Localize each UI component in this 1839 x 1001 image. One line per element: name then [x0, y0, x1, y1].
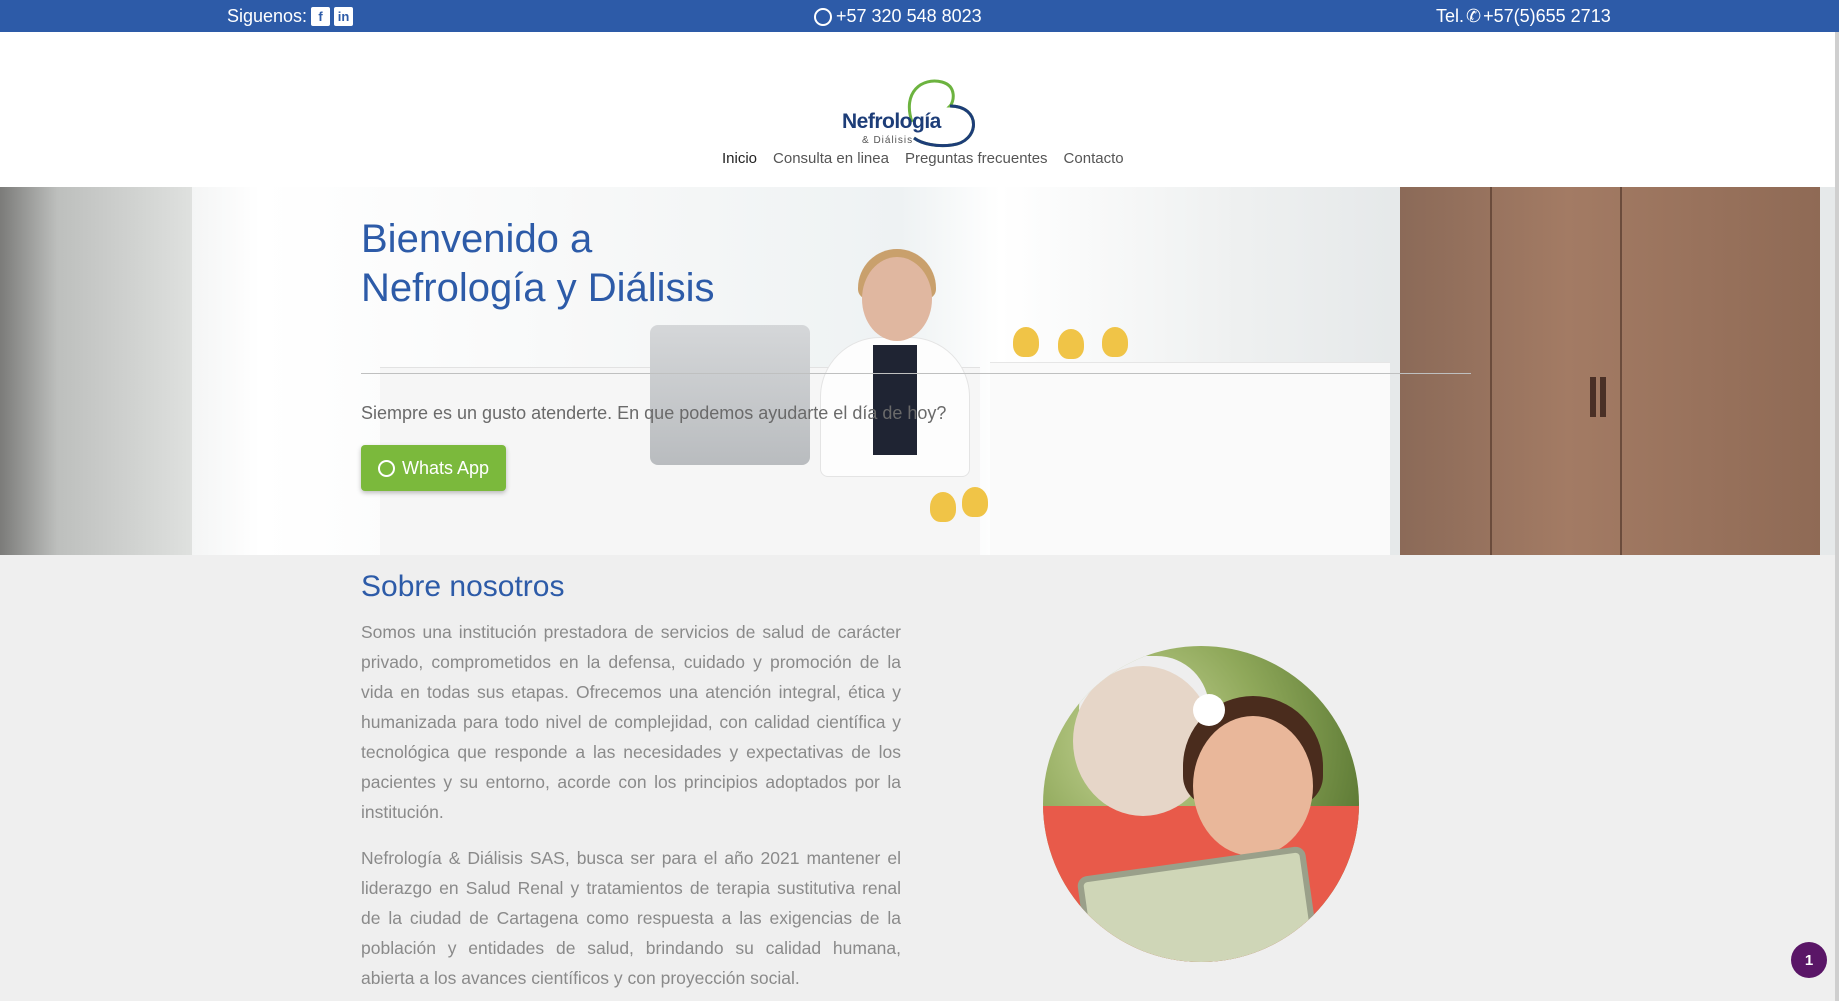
- phone-icon: ✆: [1466, 6, 1482, 26]
- hero-divider: [361, 373, 1471, 374]
- hero-title: Bienvenido a Nefrología y Diálisis: [361, 217, 715, 310]
- nav-item-contacto[interactable]: Contacto: [1064, 150, 1124, 167]
- page-scrollbar[interactable]: [1835, 32, 1839, 1001]
- hero-tagline: Siempre es un gusto atenderte. En que po…: [361, 403, 947, 423]
- hero-banner: Bienvenido a Nefrología y Diálisis Siemp…: [0, 187, 1839, 555]
- tel-label: Tel.: [1436, 6, 1465, 26]
- toy-duck: [962, 487, 988, 517]
- social-follow: Siguenos: f in: [227, 6, 354, 27]
- top-contact-bar: Siguenos: f in +57 320 548 8023 Tel. ✆ +…: [0, 0, 1839, 32]
- whatsapp-button[interactable]: Whats App: [361, 445, 506, 491]
- logo-name: Nefrología: [842, 110, 941, 133]
- nav-item-consulta[interactable]: Consulta en linea: [773, 150, 889, 167]
- about-paragraph-1: Somos una institución prestadora de serv…: [361, 622, 901, 822]
- whatsapp-phone-number: +57 320 548 8023: [836, 6, 982, 26]
- about-paragraph-2: Nefrología & Diálisis SAS, busca ser par…: [361, 848, 901, 988]
- whatsapp-icon: [377, 459, 395, 477]
- hero-background-wardrobe: [1400, 187, 1820, 555]
- linkedin-icon[interactable]: in: [334, 7, 354, 26]
- hero-monitor: [650, 325, 810, 465]
- toy-duck: [1058, 329, 1084, 359]
- main-nav: Inicio Consulta en linea Preguntas frecu…: [722, 150, 1124, 167]
- toy-duck: [930, 492, 956, 522]
- tel-number: +57(5)655 2713: [1483, 6, 1611, 26]
- about-photo: [1043, 646, 1359, 962]
- site-header: Nefrología & Diálisis Inicio Consulta en…: [0, 32, 1839, 187]
- hero-background-wall: [0, 187, 192, 555]
- whatsapp-icon: [814, 7, 832, 26]
- telephone-link[interactable]: Tel. ✆ +57(5)655 2713: [1436, 6, 1611, 27]
- follow-label: Siguenos:: [227, 6, 308, 26]
- hero-counter: [990, 362, 1390, 555]
- facebook-icon[interactable]: f: [311, 7, 331, 26]
- whatsapp-phone-link[interactable]: +57 320 548 8023: [814, 6, 982, 27]
- hero-person: [862, 257, 932, 341]
- whatsapp-button-label: Whats App: [401, 457, 490, 478]
- site-logo[interactable]: Nefrología & Diálisis: [842, 72, 992, 152]
- toy-duck: [1102, 327, 1128, 357]
- nav-item-preguntas[interactable]: Preguntas frecuentes: [905, 150, 1048, 167]
- about-title: Sobre nosotros: [361, 570, 565, 603]
- notification-badge[interactable]: 1: [1791, 942, 1827, 978]
- logo-subtitle: & Diálisis: [862, 135, 914, 146]
- nav-item-inicio[interactable]: Inicio: [722, 150, 757, 167]
- toy-duck: [1013, 327, 1039, 357]
